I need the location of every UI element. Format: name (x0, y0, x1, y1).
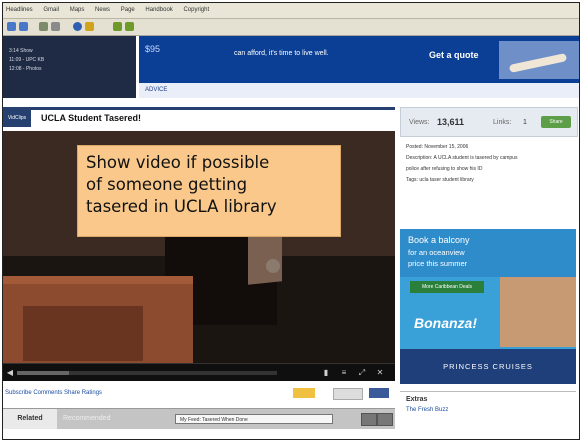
info-line: police after refusing to show his ID (406, 166, 483, 172)
cruise-line: for an oceanview (408, 248, 465, 257)
history-icon[interactable] (85, 22, 94, 31)
cruise-photo (500, 277, 576, 347)
ad-link-strip[interactable]: ADVICE (139, 83, 579, 98)
prev-button[interactable] (361, 413, 377, 426)
bookmark-item[interactable]: Copyright (183, 7, 209, 13)
video-frame-face (266, 259, 280, 273)
video-player[interactable]: Show video if possible of someone gettin… (3, 131, 395, 381)
section-tag[interactable]: VidClips (3, 110, 31, 127)
feed-select[interactable]: My Feed: Tasered When Done (175, 414, 333, 424)
favorites-icon[interactable] (73, 22, 82, 31)
bookmark-item[interactable]: News (95, 7, 110, 13)
ad-left-line: 11:09 - UPC KB (9, 57, 45, 63)
search-icon[interactable] (51, 22, 60, 31)
menu-icon[interactable]: ≡ (339, 367, 349, 378)
info-line[interactable]: Tags: ucla taser student library (406, 176, 570, 185)
video-stats: Views: 13,611 Links: 1 Share (400, 107, 578, 137)
send-button[interactable] (333, 388, 363, 400)
back-icon[interactable] (7, 22, 16, 31)
forward-icon[interactable] (19, 22, 28, 31)
browser-toolbar (3, 19, 579, 36)
progress-bar[interactable] (17, 371, 277, 375)
ad-price: $95 (145, 44, 161, 54)
video-title-bar: VidClips UCLA Student Tasered! (3, 107, 395, 130)
info-line: Description: A UCLA student is tasered b… (406, 155, 518, 161)
print-icon[interactable] (125, 22, 134, 31)
bookmark-item[interactable]: Maps (70, 7, 85, 13)
extras-title: Extras (406, 396, 428, 403)
info-line: Posted: November 15, 2006 (406, 144, 469, 150)
cruise-ad[interactable]: Book a balcony for an oceanview price th… (400, 229, 576, 384)
video-actions-row: Subscribe Comments Share Ratings (3, 384, 395, 406)
video-info: Posted: November 15, 2006 Description: A… (400, 141, 576, 221)
mail-icon[interactable] (113, 22, 122, 31)
ad-left-line: 3:14 Show (9, 48, 33, 54)
tab-recommended[interactable]: Recommended (63, 409, 110, 429)
bookmark-item[interactable]: Handbook (145, 7, 172, 13)
annotation-text: Show video if possible of someone gettin… (86, 153, 277, 216)
links-value: 1 (523, 119, 527, 126)
video-frame-desk-shadow (23, 306, 143, 361)
related-tabs: Related Recommended My Feed: Tasered Whe… (3, 408, 395, 429)
embed-icon[interactable]: ⤢ (357, 367, 367, 378)
cruise-line: price this summer (408, 259, 468, 268)
bookmark-item[interactable]: Page (121, 7, 135, 13)
ad-photo (499, 41, 579, 79)
rating-stars[interactable] (293, 388, 315, 398)
bookmark-item[interactable]: Headlines (6, 7, 33, 13)
cruise-line: Book a balcony (408, 235, 470, 245)
get-quote-button[interactable]: Get a quote (429, 50, 479, 60)
share-button[interactable]: Share (541, 116, 571, 128)
insurance-ad-banner[interactable]: $95 can afford, it's time to live well. … (139, 36, 579, 98)
play-icon[interactable]: ◀ (5, 367, 15, 378)
volume-icon[interactable]: ▮ (321, 367, 331, 378)
screenshot-frame: Headlines Gmail Maps News Page Handbook … (2, 2, 580, 440)
annotation-note: Show video if possible of someone gettin… (77, 145, 341, 237)
ad-link[interactable]: ADVICE (145, 87, 167, 93)
player-controls: ◀ ▮ ≡ ⤢ ✕ (3, 363, 395, 381)
next-button[interactable] (377, 413, 393, 426)
video-title: UCLA Student Tasered! (41, 113, 142, 123)
ad-left-panel: 3:14 Show 11:09 - UPC KB 12:08 - Photos (3, 36, 136, 98)
bookmark-item[interactable]: Gmail (43, 7, 59, 13)
cruise-ad-header: Book a balcony for an oceanview price th… (400, 229, 576, 277)
cruise-deals-button[interactable]: More Caribbean Deals (410, 281, 484, 293)
princess-logo: PRINCESS CRUISES (400, 349, 576, 384)
ad-text: can afford, it's time to live well. (234, 50, 329, 57)
bookmarks-bar: Headlines Gmail Maps News Page Handbook … (3, 3, 579, 19)
tab-related[interactable]: Related (3, 409, 57, 429)
cruise-logo: Bonanza! (414, 315, 477, 331)
video-actions[interactable]: Subscribe Comments Share Ratings (5, 390, 102, 396)
extras-line[interactable]: The Fresh Buzz (406, 407, 570, 413)
extras-box: Extras The Fresh Buzz (400, 391, 576, 439)
links-label: Links: (493, 119, 512, 126)
fullscreen-icon[interactable]: ✕ (375, 367, 385, 378)
share-icon[interactable] (369, 388, 389, 398)
views-label: Views: (409, 119, 430, 126)
views-value: 13,611 (437, 117, 465, 127)
progress-fill (17, 371, 69, 375)
ad-left-line: 12:08 - Photos (9, 66, 42, 72)
home-icon[interactable] (39, 22, 48, 31)
